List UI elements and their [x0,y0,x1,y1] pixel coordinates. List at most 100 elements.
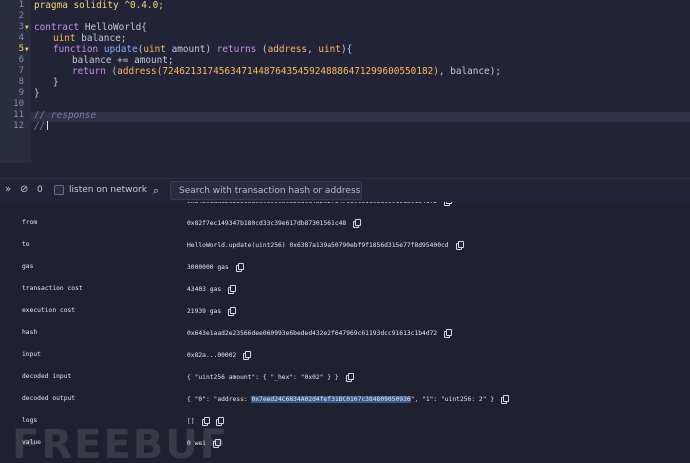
value-text: 0x82a...00002 [187,352,237,359]
line-number: 1 [18,0,24,10]
line-number: 11 [13,110,24,120]
punct: ( [105,66,118,77]
row-key: hash [22,329,38,336]
type: uint [318,44,341,55]
table-row: transaction hash 0x643e1aad2e23566dee060… [0,202,690,210]
active-line-highlight [31,112,690,122]
table-row: gas 3000000 gas [0,260,690,276]
row-value: HelloWorld.update(uint256) 0x6387a139a50… [187,241,464,250]
clear-console-icon[interactable]: ⊘ [20,184,28,195]
copy-icon[interactable] [243,351,252,360]
copy-icon[interactable] [345,373,354,382]
row-key: execution cost [22,307,76,314]
code-line-5: function update(uint amount) returns (ad… [53,44,352,55]
value-text: 3000000 gas [187,264,229,271]
value-text: 43403 gas [187,286,222,293]
collapse-chevrons-icon[interactable]: » [5,184,11,195]
line-number: 12 [13,121,24,131]
row-value: 43403 gas [187,285,237,294]
table-row: to HelloWorld.update(uint256) 0x6387a139… [0,238,690,254]
table-row: execution cost 21939 gas [0,304,690,320]
value-text: 0x643e1aad2e23566dee060993e6beded432e2f6… [187,202,437,205]
row-key: transaction cost [22,285,83,292]
row-key: from [22,219,38,226]
punct: ) [205,44,212,55]
pending-tx-count: 0 [37,185,43,195]
row-key: transaction hash [22,202,83,204]
copy-icon[interactable] [501,395,510,404]
code-line-3: contract HelloWorld{ [34,22,147,33]
row-key: gas [22,263,34,270]
copy-icon[interactable] [444,329,453,338]
line-number: 10 [13,99,24,109]
table-row: from 0x82f7ec149347b180cd33c39e617db8730… [0,216,690,232]
keyword: function [53,44,99,55]
listen-network-checkbox[interactable] [54,185,64,195]
value-text: { "0": "address: [187,396,252,403]
code-line-6: balance += amount; [72,55,174,66]
terminal-toolbar: » ⊘ 0 listen on network ⌕ [0,178,690,202]
text-cursor [47,121,49,130]
version: ^0.4.0; [124,0,164,11]
row-value: 0x82a...00002 [187,351,252,360]
code-editor[interactable]: 1 2 3 ▼ 4 5 ▼ 6 7 8 9 10 11 12 pragma so… [0,0,690,163]
value-text: 0x643e1aad2e23566dee060993e6beded432e2f6… [187,330,438,337]
line-number: 4 [18,33,24,43]
value-text: ", "1": "uint256: 2" } [410,396,495,403]
copy-icon[interactable] [228,307,237,316]
row-key: decoded input [22,373,72,380]
keyword: pragma [34,0,68,11]
punct: , balance); [438,66,501,77]
type: uint [53,33,76,44]
identifier: solidity [73,0,119,11]
value-text: 21939 gas [187,308,222,315]
copy-icon[interactable] [444,202,453,206]
line-number: 8 [18,77,24,87]
copy-icon[interactable] [455,241,464,250]
param-name: amount [165,44,206,55]
number-literal: (724621317456347144876435459248886471299… [156,66,439,77]
fold-arrow-icon[interactable]: ▼ [25,22,29,33]
search-input[interactable] [170,181,362,200]
type: address [117,66,157,77]
row-value: { "0": "address: 0x7eed24C6834A02d4fef31… [187,395,510,404]
row-key: to [22,241,30,248]
fold-arrow-icon[interactable]: ▼ [25,44,29,55]
watermark-text: FREEBUF [12,422,230,463]
comment: // [34,121,46,132]
identifier: HelloWorld{ [84,22,147,33]
line-number: 9 [18,88,24,98]
line-number: 6 [18,55,24,65]
copy-icon[interactable] [228,285,237,294]
row-key: decoded output [22,395,76,402]
code-line-4: uint balance; [53,33,126,44]
code-line-9: } [34,88,40,99]
copy-icon[interactable] [235,263,244,272]
value-text: 0x82f7ec149347b180cd33c39e617db87301561c… [187,220,347,227]
line-number: 7 [18,66,24,76]
identifier: balance; [81,33,127,44]
code-line-11: // response [34,110,97,121]
code-line-1: pragma solidity ^0.4.0; [34,0,164,11]
table-row: hash 0x643e1aad2e23566dee060993e6beded43… [0,326,690,342]
table-row: input 0x82a...00002 [0,348,690,364]
listen-network-label: listen on network [69,185,147,195]
punct: ){ [340,44,353,55]
row-value: 0x643e1aad2e23566dee060993e6beded432e2f6… [187,202,453,206]
value-text: { "uint256 amount": { "_hex": "0x02" } } [187,374,339,381]
copy-icon[interactable] [353,219,362,228]
line-number-active: 5 [18,44,24,54]
line-number: 2 [18,11,24,21]
row-value: 21939 gas [187,307,237,316]
table-row: decoded input { "uint256 amount": { "_he… [0,370,690,386]
keyword: return [72,66,106,77]
type: uint [143,44,166,55]
value-text: HelloWorld.update(uint256) 0x6387a139a50… [187,242,449,249]
code-line-7: return (address(724621317456347144876435… [72,66,501,77]
selected-address[interactable]: 0x7eed24C6834A02d4fef31BC0107c3848090509… [251,396,411,403]
code-line-12: // [34,121,49,132]
search-icon: ⌕ [153,184,160,197]
row-value: 3000000 gas [187,263,244,272]
type: address [267,44,308,55]
punct: ( [256,44,268,55]
